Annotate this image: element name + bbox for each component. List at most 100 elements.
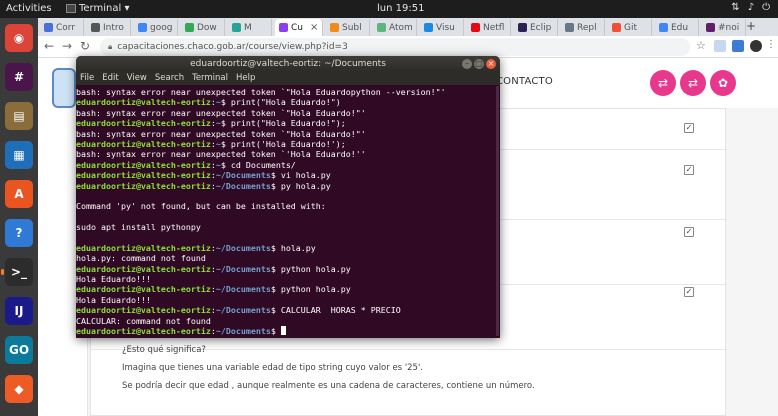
cart-icon[interactable]: ⇄ (650, 70, 676, 96)
activities-button[interactable]: Activities (6, 3, 52, 14)
browser-tab[interactable]: Corr (40, 19, 84, 36)
terminal-icon[interactable]: >_ (1, 258, 33, 286)
prompt-user: eduardoortiz@valtech-eortiz (76, 170, 211, 181)
settings-icon[interactable]: ✿ (710, 70, 736, 96)
forward-icon[interactable]: → (62, 39, 72, 53)
terminal-menu-item[interactable]: View (127, 72, 147, 85)
minimize-icon[interactable]: – (462, 59, 472, 69)
site-logo[interactable] (52, 68, 76, 108)
system-tray[interactable]: ⇅ ♪ ⏻ (731, 2, 770, 13)
terminal-line: bash: syntax error near unexpected token… (76, 107, 366, 118)
goland-icon[interactable]: GO (5, 336, 33, 364)
terminal-line: eduardoortiz@valtech-eortiz:~/Documents$… (76, 181, 500, 191)
browser-tab[interactable]: Netfl (467, 19, 511, 36)
tab-label: #noi (718, 22, 740, 33)
terminal-line: bash: syntax error near unexpected token… (76, 87, 446, 97)
completion-checkbox[interactable]: ✓ (684, 123, 694, 133)
terminal-output[interactable]: bash: syntax error near unexpected token… (76, 85, 500, 338)
prompt-user: eduardoortiz@valtech-eortiz (76, 138, 211, 149)
terminal-window[interactable]: eduardoortiz@valtech-eortiz: ~/Documents… (76, 56, 500, 338)
terminal-menu-item[interactable]: Help (236, 72, 255, 85)
address-bar[interactable]: 🔒︎ capacitaciones.chaco.gob.ar/course/vi… (100, 38, 690, 56)
terminal-scrollbar[interactable] (496, 86, 499, 336)
help-icon[interactable]: ? (5, 219, 33, 247)
browser-tab[interactable]: Edu (655, 19, 699, 36)
intellij-icon[interactable]: IJ (5, 297, 33, 325)
tab-label: Git (624, 22, 638, 33)
extension-icon[interactable] (714, 40, 726, 52)
paragraph-text: ¿Esto qué significa? (122, 345, 206, 355)
terminal-line: CALCULAR: command not found (76, 315, 211, 326)
browser-tab[interactable]: Atom (373, 19, 417, 36)
tab-label: Visu (436, 22, 455, 33)
tab-favicon-icon (659, 23, 668, 32)
terminal-menu-item[interactable]: Edit (102, 72, 118, 85)
browser-tab[interactable]: Eclip (514, 19, 558, 36)
writer-icon[interactable]: ▦ (5, 141, 33, 169)
browser-tab[interactable]: goog (134, 19, 178, 36)
terminal-menu-item[interactable]: Search (155, 72, 184, 85)
reload-icon[interactable]: ↻ (80, 39, 90, 53)
terminal-line: eduardoortiz@valtech-eortiz:~/Documents$… (76, 284, 500, 294)
lock-icon: 🔒︎ (108, 42, 113, 51)
prompt-command: py hola.py (275, 180, 331, 191)
browser-tab[interactable]: Repl (561, 19, 605, 36)
tab-favicon-icon (279, 23, 288, 32)
back-icon[interactable]: ← (44, 39, 54, 53)
maximize-icon[interactable]: □ (474, 59, 484, 69)
terminal-titlebar[interactable]: eduardoortiz@valtech-eortiz: ~/Documents… (76, 56, 500, 72)
browser-tab[interactable]: M (228, 19, 272, 36)
prompt-user: eduardoortiz@valtech-eortiz (76, 305, 211, 316)
completion-checkbox[interactable]: ✓ (684, 287, 694, 297)
tab-favicon-icon (565, 23, 574, 32)
browser-tab[interactable]: Visu (420, 19, 464, 36)
browser-tab[interactable]: Subl (326, 19, 370, 36)
app-menu[interactable]: Terminal ▾ (66, 3, 129, 14)
tab-label: Dow (197, 22, 217, 33)
prompt-command: python hola.py (275, 284, 351, 295)
network-icon: ⇅ (731, 2, 740, 13)
files-icon[interactable]: ▤ (5, 102, 33, 130)
prompt-user: eduardoortiz@valtech-eortiz (76, 325, 211, 336)
profile-avatar[interactable] (750, 40, 762, 52)
slack-icon[interactable]: # (5, 63, 33, 91)
browser-tab[interactable]: Git (608, 19, 652, 36)
completion-checkbox[interactable]: ✓ (684, 227, 694, 237)
browser-tab[interactable]: Dow (181, 19, 225, 36)
tab-favicon-icon (232, 23, 241, 32)
browser-tab[interactable]: Cu × (275, 19, 323, 36)
share-icon[interactable]: ⇄ (680, 70, 706, 96)
clock[interactable]: lun 19:51 (377, 3, 424, 14)
tab-label: Eclip (530, 22, 552, 33)
tab-close-icon[interactable]: × (310, 22, 318, 33)
software-icon[interactable]: A (5, 180, 33, 208)
paragraph-text: Se podría decir que edad , aunque realme… (122, 381, 535, 391)
postman-icon[interactable]: ◆ (5, 375, 33, 403)
browser-tab[interactable]: Intro (87, 19, 131, 36)
tab-label: M (244, 22, 252, 33)
bookmark-star-icon[interactable]: ☆ (696, 39, 706, 52)
tab-favicon-icon (424, 23, 433, 32)
nav-contact-link[interactable]: CONTACTO (496, 76, 553, 87)
terminal-line: Hola Eduardo!!! (76, 274, 151, 285)
terminal-menu-item[interactable]: Terminal (192, 72, 228, 85)
extension-icon[interactable] (732, 40, 744, 52)
chrome-icon[interactable]: ◉ (5, 24, 33, 52)
terminal-line: eduardoortiz@valtech-eortiz:~/Documents$… (76, 264, 500, 274)
tab-favicon-icon (612, 23, 621, 32)
app-menu-label: Terminal ▾ (79, 3, 130, 14)
tab-favicon-icon (91, 23, 100, 32)
browser-tab[interactable]: #noi (702, 19, 746, 36)
terminal-line: bash: syntax error near unexpected token… (76, 149, 366, 160)
prompt-path: ~/Documents (215, 305, 271, 316)
new-tab-button[interactable]: + (746, 19, 756, 33)
terminal-menu-item[interactable]: File (80, 72, 94, 85)
terminal-title: eduardoortiz@valtech-eortiz: ~/Documents (190, 59, 386, 69)
tab-favicon-icon (706, 23, 715, 32)
close-icon[interactable]: × (486, 59, 496, 69)
more-menu-icon[interactable]: ⋮ (766, 39, 776, 50)
tab-label: Atom (389, 22, 413, 33)
completion-checkbox[interactable]: ✓ (684, 165, 694, 175)
